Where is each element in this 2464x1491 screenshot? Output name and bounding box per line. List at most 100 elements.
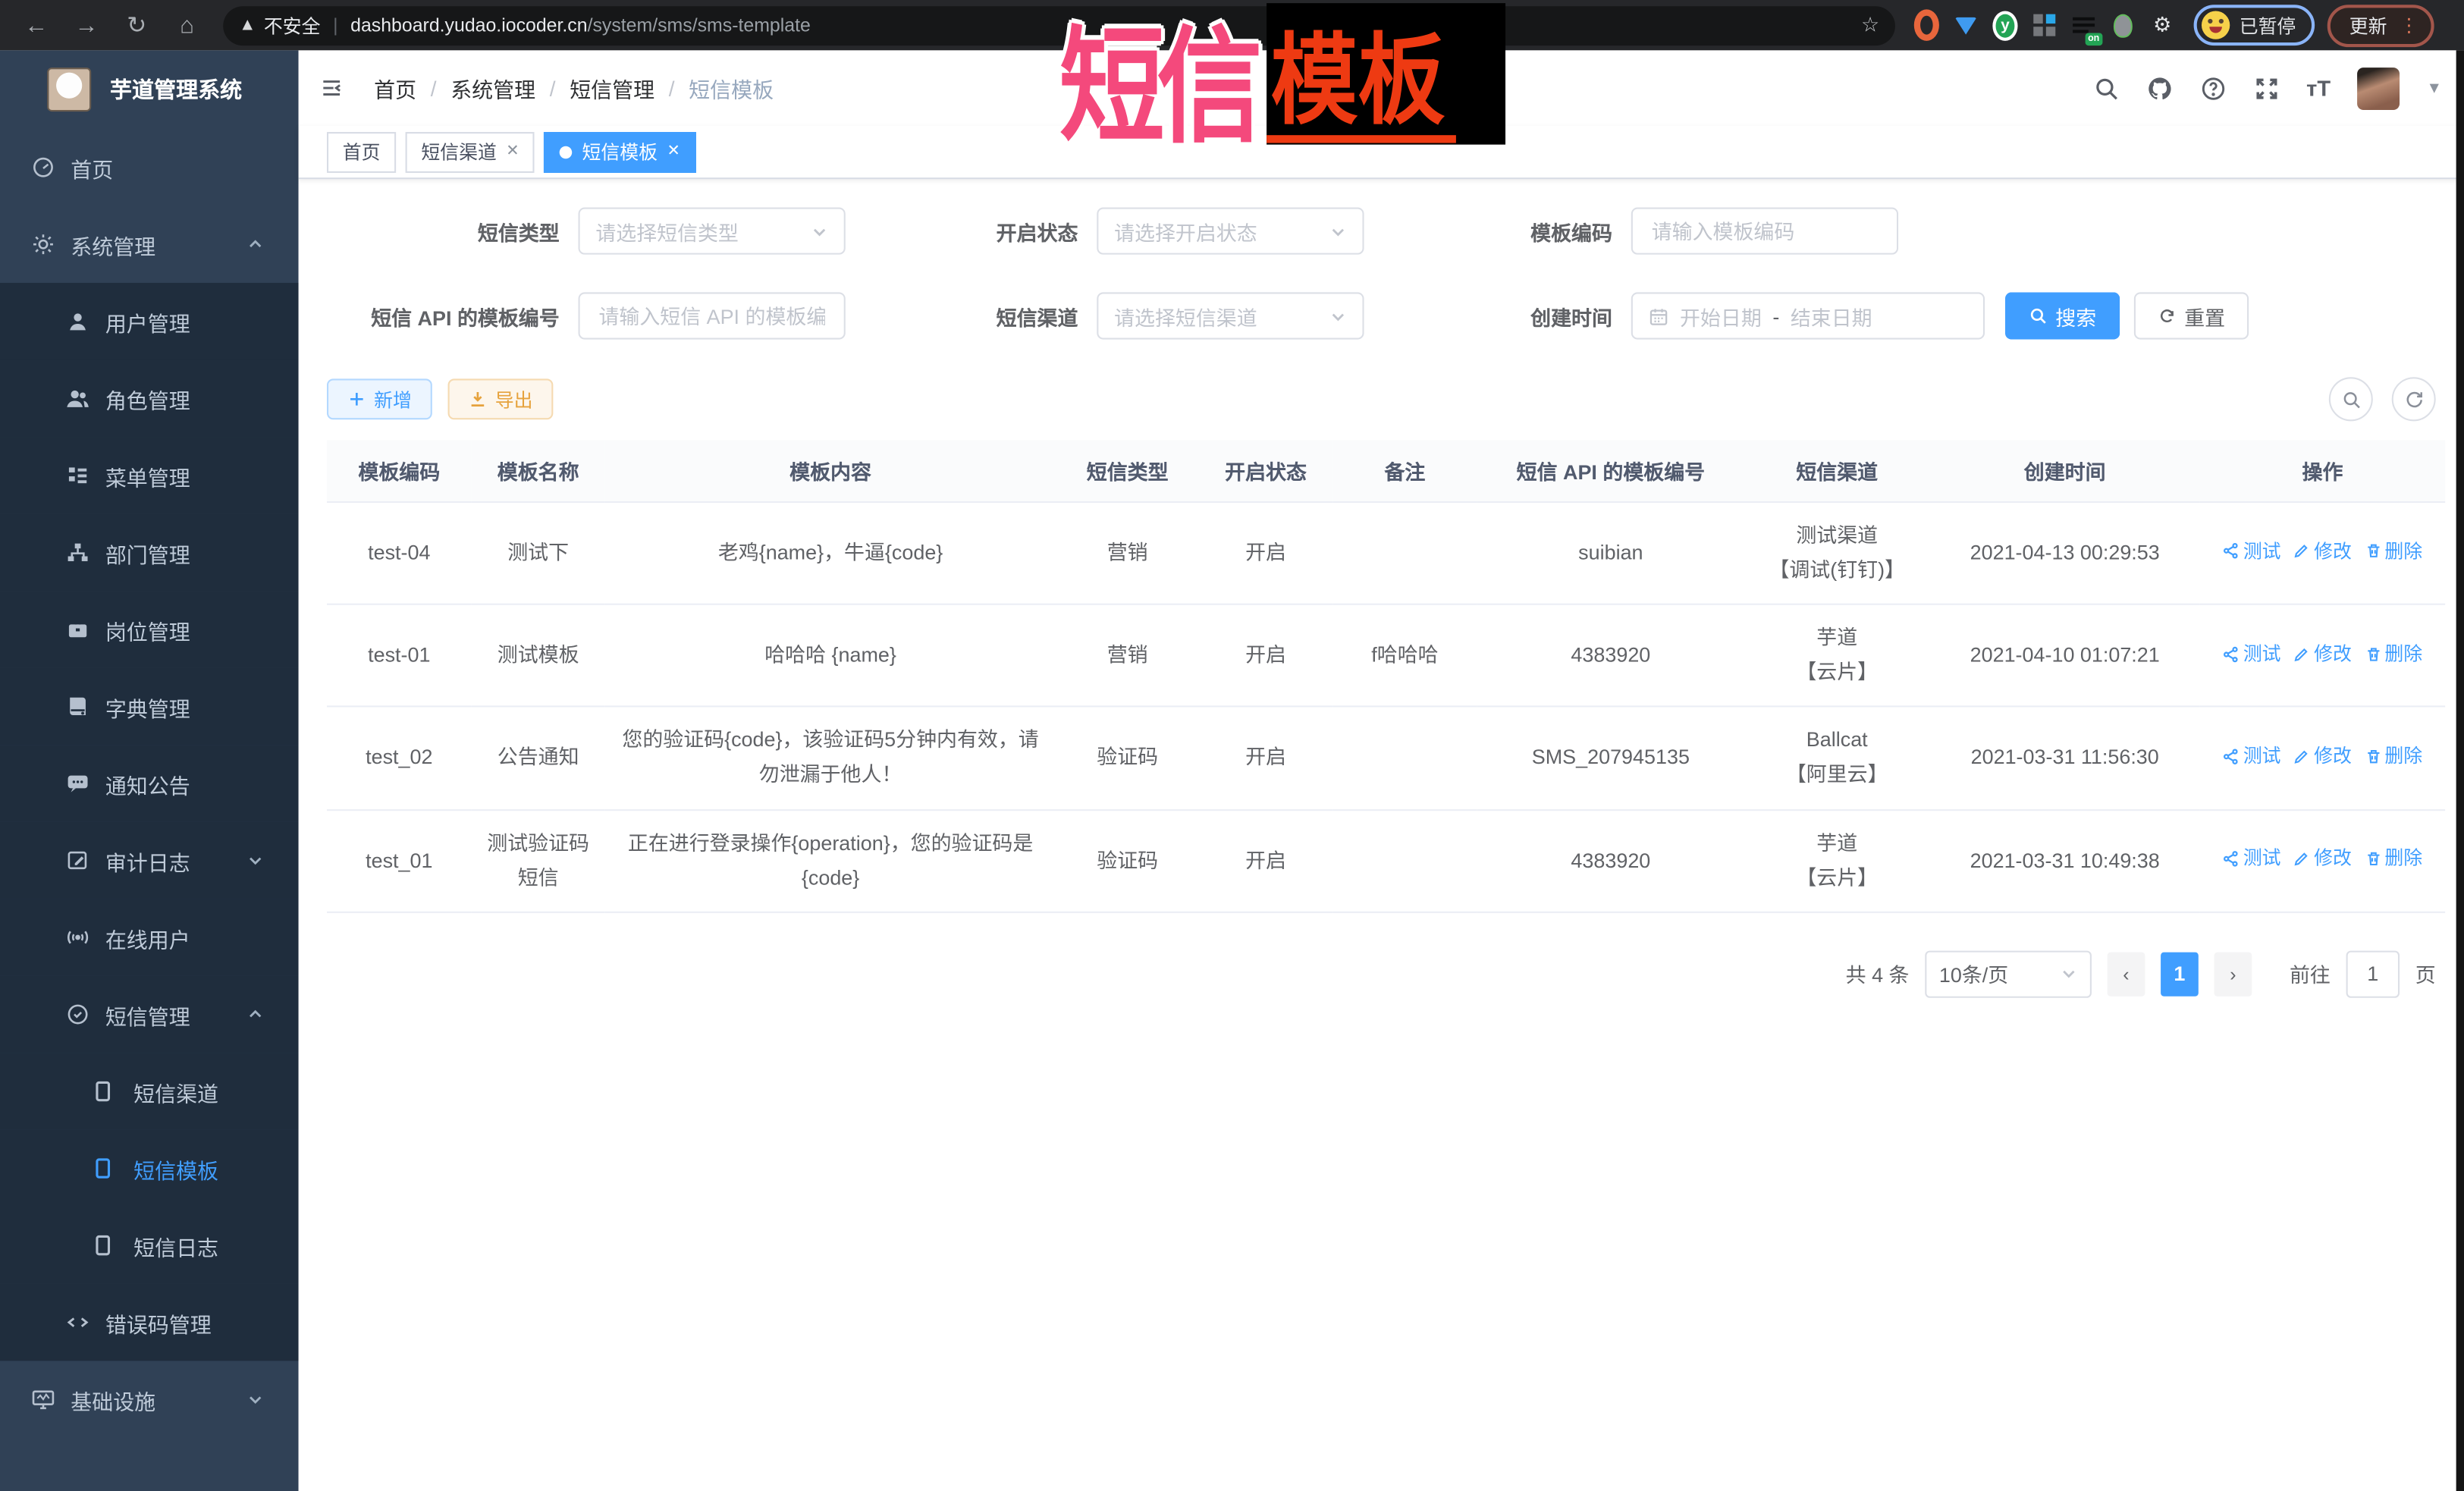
forward-icon[interactable]: → [72, 12, 100, 39]
export-button[interactable]: 导出 [448, 378, 554, 419]
browser-profile-button[interactable]: 已暂停 [2194, 5, 2315, 46]
users-icon [66, 387, 89, 410]
refresh-table-button[interactable] [2392, 377, 2436, 421]
sidebar-item-label: 短信模板 [133, 1153, 218, 1184]
sidebar-item-notice[interactable]: 通知公告 [0, 745, 299, 822]
edit-link[interactable]: 修改 [2293, 740, 2352, 772]
test-link[interactable]: 测试 [2223, 535, 2281, 567]
user-menu-caret-icon[interactable]: ▼ [2426, 80, 2442, 97]
breadcrumb-sms[interactable]: 短信管理 [570, 72, 654, 103]
api-template-id-input[interactable] [579, 292, 846, 339]
cell-name: 测试下 [472, 502, 605, 604]
delete-link[interactable]: 删除 [2364, 638, 2422, 670]
template-code-input[interactable] [1631, 208, 1898, 255]
test-link[interactable]: 测试 [2223, 843, 2281, 874]
reset-button[interactable]: 重置 [2134, 292, 2249, 339]
sidebar-item-user-mgmt[interactable]: 用户管理 [0, 283, 299, 360]
browser-update-button[interactable]: 更新 ⋮ [2327, 4, 2434, 46]
add-button[interactable]: 新增 [327, 378, 432, 419]
extension-gem-icon[interactable] [1954, 13, 1979, 38]
extension-list-icon[interactable]: on [2071, 13, 2096, 38]
delete-link[interactable]: 删除 [2364, 535, 2422, 567]
home-icon[interactable]: ⌂ [173, 12, 201, 39]
show-search-button[interactable] [2329, 377, 2373, 421]
extension-y-icon[interactable]: y [1992, 13, 2017, 38]
search-button[interactable]: 搜索 [2005, 292, 2120, 339]
test-link[interactable]: 测试 [2223, 638, 2281, 670]
channel-select[interactable]: 请选择短信渠道 [1097, 292, 1364, 339]
reload-icon[interactable]: ↻ [123, 11, 151, 39]
gear-icon [31, 233, 55, 256]
test-link[interactable]: 测试 [2223, 740, 2281, 772]
prev-page-button[interactable]: ‹ [2108, 952, 2145, 996]
close-icon[interactable]: ✕ [506, 143, 519, 161]
date-range-picker[interactable]: 开始日期 - 结束日期 [1631, 292, 1985, 339]
page-size-select[interactable]: 10条/页 [1925, 950, 2092, 997]
next-page-button[interactable]: › [2214, 952, 2252, 996]
sidebar-item-post-mgmt[interactable]: 岗位管理 [0, 591, 299, 668]
extensions-puzzle-icon[interactable]: ⚙ [2150, 13, 2175, 38]
breadcrumb-system[interactable]: 系统管理 [450, 72, 535, 103]
sidebar-item-infrastructure[interactable]: 基础设施 [0, 1361, 299, 1438]
sidebar-item-dept-mgmt[interactable]: 部门管理 [0, 514, 299, 592]
trash-icon [2364, 850, 2381, 868]
breadcrumb-separator: / [431, 76, 437, 99]
sidebar-item-sms-template[interactable]: 短信模板 [0, 1130, 299, 1207]
on-badge: on [2085, 33, 2103, 46]
sidebar-item-online-users[interactable]: 在线用户 [0, 899, 299, 976]
col-actions: 操作 [2200, 440, 2445, 502]
tab-home[interactable]: 首页 [327, 131, 396, 172]
edit-link[interactable]: 修改 [2293, 535, 2352, 567]
address-bar[interactable]: ▲ 不安全 | dashboard.yudao.iocoder.cn/syste… [223, 5, 1895, 45]
delete-link[interactable]: 删除 [2364, 843, 2422, 874]
sidebar-item-sms-channel[interactable]: 短信渠道 [0, 1053, 299, 1130]
sidebar-item-system-mgmt[interactable]: 系统管理 [0, 206, 299, 283]
sidebar-item-error-code-mgmt[interactable]: 错误码管理 [0, 1284, 299, 1361]
goto-page-input[interactable] [2346, 950, 2400, 997]
stage: ← → ↻ ⌂ ▲ 不安全 | dashboard.yudao.iocoder.… [0, 0, 2464, 1491]
breadcrumb-home[interactable]: 首页 [374, 72, 416, 103]
search-icon[interactable] [2092, 74, 2119, 101]
github-icon[interactable] [2146, 74, 2173, 101]
font-size-icon[interactable]: тT [2306, 75, 2331, 100]
extension-tadpole-icon[interactable] [2111, 13, 2136, 38]
api-template-id-field[interactable] [595, 303, 828, 329]
extension-orange-icon[interactable] [1914, 13, 1939, 38]
edit-link[interactable]: 修改 [2293, 638, 2352, 670]
template-code-field[interactable] [1649, 218, 1882, 244]
back-icon[interactable]: ← [22, 12, 50, 39]
goto-page-field[interactable] [2349, 961, 2397, 987]
delete-link[interactable]: 删除 [2364, 740, 2422, 772]
cell-code: test-01 [327, 604, 472, 707]
help-icon[interactable] [2199, 74, 2226, 101]
fullscreen-icon[interactable] [2253, 74, 2280, 101]
sidebar-item-sms-mgmt[interactable]: 短信管理 [0, 976, 299, 1053]
avatar[interactable] [2357, 67, 2400, 109]
tab-sms-channel[interactable]: 短信渠道 ✕ [406, 131, 535, 172]
sidebar-item-home[interactable]: 首页 [0, 129, 299, 206]
screenshot-viewport: ← → ↻ ⌂ ▲ 不安全 | dashboard.yudao.iocoder.… [0, 0, 2464, 1491]
tab-sms-template[interactable]: 短信模板 ✕ [545, 131, 696, 172]
sidebar-logo-row[interactable]: 芋道管理系统 [0, 50, 299, 129]
sidebar-item-dict-mgmt[interactable]: 字典管理 [0, 668, 299, 746]
sidebar-item-role-mgmt[interactable]: 角色管理 [0, 360, 299, 438]
sidebar-collapse-icon[interactable] [321, 77, 349, 99]
goto-label: 前往 [2290, 959, 2331, 988]
col-template-content: 模板内容 [605, 440, 1056, 502]
sidebar-item-audit-log[interactable]: 审计日志 [0, 822, 299, 899]
cell-content: 老鸡{name}，牛逼{code} [605, 502, 1056, 604]
window-scrollbar[interactable] [2456, 50, 2464, 1491]
status-select[interactable]: 请选择开启状态 [1097, 208, 1364, 255]
close-icon[interactable]: ✕ [667, 143, 680, 161]
page-1-button[interactable]: 1 [2161, 952, 2199, 996]
kebab-menu-icon[interactable]: ⋮ [2400, 14, 2418, 36]
col-api-template-id: 短信 API 的模板编号 [1477, 440, 1744, 502]
bookmark-star-icon[interactable]: ☆ [1861, 13, 1879, 38]
cell-created: 2021-03-31 11:56:30 [1930, 707, 2200, 809]
chevron-down-icon [246, 1391, 264, 1408]
edit-link[interactable]: 修改 [2293, 843, 2352, 874]
sidebar-item-menu-mgmt[interactable]: 菜单管理 [0, 437, 299, 514]
extension-squares-icon[interactable] [2032, 13, 2057, 38]
sidebar-item-sms-log[interactable]: 短信日志 [0, 1207, 299, 1284]
sms-type-select[interactable]: 请选择短信类型 [579, 208, 846, 255]
